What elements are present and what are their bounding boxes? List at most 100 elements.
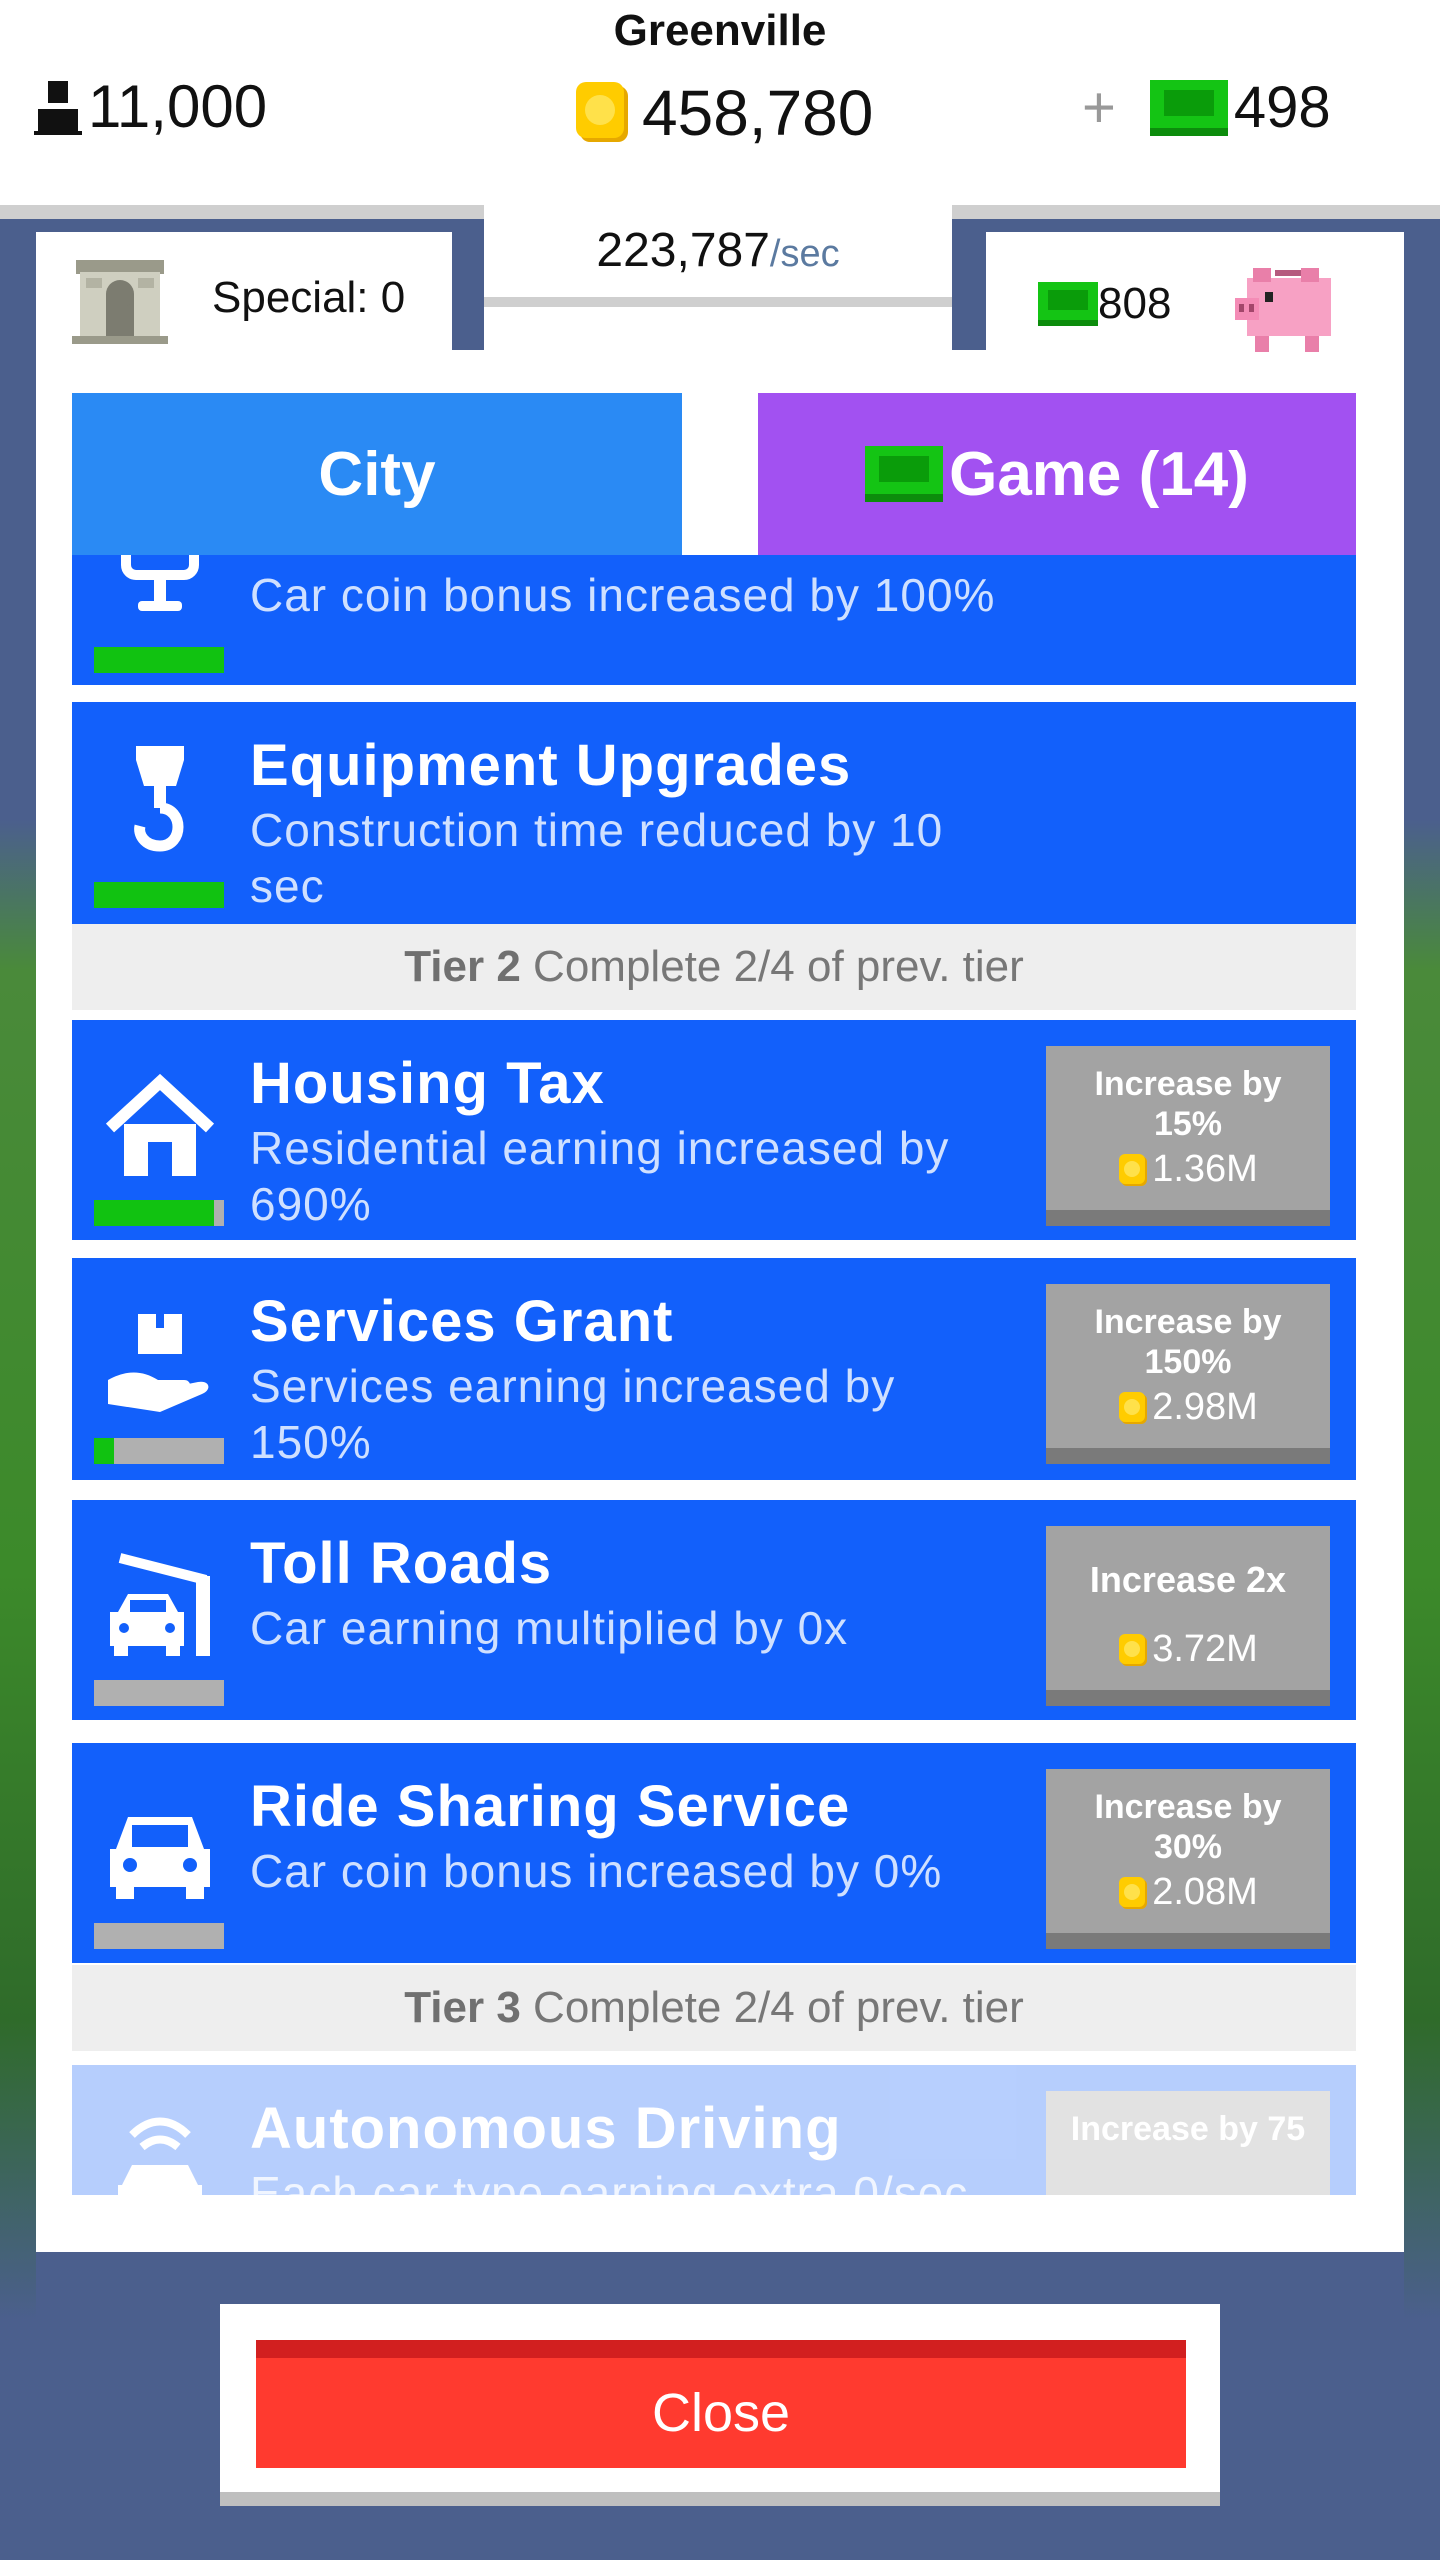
upgrade-card-locked: Autonomous Driving Each car type earning… (72, 2065, 1356, 2195)
upgrade-cost-value: 3.72M (1152, 1628, 1258, 1670)
coin-icon (1119, 1876, 1148, 1909)
rate-unit: /sec (769, 233, 840, 275)
coin-counter: 458,780 (574, 76, 873, 150)
upgrade-button-label: Increase by 150% (1094, 1303, 1282, 1381)
upgrade-progress-fill (94, 647, 224, 673)
background-greenery-right (1404, 820, 1440, 2320)
upgrade-button-cost: 2.98M (1046, 1386, 1330, 1429)
upgrade-buy-button[interactable]: Increase 2x 3.72M (1046, 1526, 1330, 1706)
income-rate: 223,787/sec (484, 205, 952, 307)
coin-icon (1119, 1391, 1148, 1424)
cash-counter[interactable]: + 498 (1082, 74, 1331, 141)
crane-hook-icon (134, 746, 184, 852)
upgrade-description: Car coin bonus increased by 100% (250, 569, 996, 621)
coin-icon (576, 82, 628, 142)
cash-icon (865, 446, 944, 502)
upgrade-cost-value: 1.36M (1152, 1148, 1258, 1190)
background-greenery-left (0, 820, 36, 2320)
person-icon (34, 80, 82, 135)
upgrade-description: Each car type earning extra 0/sec (250, 2165, 1030, 2195)
upgrade-title: Services Grant (250, 1289, 674, 1354)
upgrade-button-cost: 2.08M (1046, 1871, 1330, 1914)
upgrade-title: Toll Roads (250, 1531, 553, 1596)
signpost-icon (121, 555, 199, 611)
upgrade-progress-fill (94, 1200, 214, 1226)
upgrade-title: Autonomous Driving (250, 2096, 842, 2161)
cash-icon (1038, 282, 1098, 326)
tab-city-label: City (318, 439, 436, 509)
upgrade-button-label: Increase by 15% (1094, 1065, 1282, 1143)
upgrade-description: Services earning increased by 150% (250, 1360, 896, 1468)
upgrade-buy-button[interactable]: Increase by 150% 2.98M (1046, 1284, 1330, 1464)
top-bar: Greenville 11,000 458,780 + 498 (0, 0, 1440, 219)
coin-icon (1119, 1633, 1148, 1666)
upgrade-button-cost: 1.36M (1046, 1148, 1330, 1191)
piggy-bank[interactable]: 808 (1038, 248, 1343, 360)
car-icon (110, 1817, 210, 1899)
upgrade-progress-bar (94, 1923, 224, 1949)
piggy-cash-value: 808 (1098, 279, 1172, 328)
tier-header: Tier 2 Complete 2/4 of prev. tier (72, 924, 1356, 1010)
upgrade-progress-bar (94, 647, 224, 673)
upgrade-button-label: Increase by 75 (1070, 2110, 1306, 2148)
upgrade-progress-bar (94, 882, 224, 908)
panel-notch-right (952, 232, 986, 350)
upgrade-progress-bar (94, 1200, 224, 1226)
upgrade-card: Housing Tax Residential earning increase… (72, 1020, 1356, 1240)
upgrade-button-cost: 3.72M (1046, 1628, 1330, 1671)
rate-value: 223,787 (596, 224, 770, 277)
upgrade-cost-value: 2.98M (1152, 1386, 1258, 1428)
tier-requirement: Complete 2/4 of prev. tier (533, 1983, 1024, 2032)
upgrade-description-extra: 0/sec (853, 2167, 969, 2195)
upgrade-card: Car coin bonus increased by 100% (72, 555, 1356, 685)
cash-icon (1149, 79, 1228, 136)
upgrade-buy-button[interactable]: Increase by 15% 1.36M (1046, 1046, 1330, 1226)
tab-city[interactable]: City (72, 393, 682, 555)
upgrades-list[interactable]: Car coin bonus increased by 100% Equipme… (72, 555, 1356, 2195)
upgrade-button-label: Increase 2x (1089, 1559, 1287, 1600)
special-label: Special: 0 (212, 273, 406, 322)
panel-notch-left (452, 232, 484, 350)
upgrade-description-text: Each car type earning extra (250, 2167, 840, 2195)
upgrade-title: Ride Sharing Service (250, 1774, 851, 1839)
close-button-label: Close (651, 2383, 791, 2443)
upgrade-description: Car earning multiplied by 0x (250, 1602, 849, 1654)
upgrade-cost-value: 2.08M (1152, 1871, 1258, 1913)
coin-value: 458,780 (642, 77, 874, 149)
upgrade-card: Ride Sharing Service Car coin bonus incr… (72, 1743, 1356, 1963)
piggy-bank-icon[interactable] (1231, 248, 1343, 360)
city-name: Greenville (613, 6, 827, 55)
upgrade-buy-button[interactable]: Increase by 75 (1046, 2091, 1330, 2195)
upgrade-description: Residential earning increased by 690% (250, 1122, 950, 1230)
special-counter[interactable]: Special: 0 (72, 250, 405, 346)
toll-gate-car-icon (110, 1553, 210, 1656)
hand-package-icon (108, 1314, 209, 1412)
cash-value: 498 (1233, 75, 1331, 140)
close-button[interactable]: Close (256, 2340, 1186, 2468)
add-cash-button[interactable]: + (1082, 74, 1116, 141)
tier-label: Tier 2 (404, 942, 521, 991)
upgrade-title: Equipment Upgrades (250, 733, 852, 798)
upgrade-description: Car coin bonus increased by 0% (250, 1845, 943, 1897)
upgrade-card: Services Grant Services earning increase… (72, 1258, 1356, 1480)
population-counter: 11,000 (34, 72, 267, 141)
upgrade-card: Toll Roads Car earning multiplied by 0x … (72, 1500, 1356, 1720)
wireless-car-icon (118, 2117, 202, 2195)
upgrade-title: Housing Tax (250, 1051, 605, 1116)
population-value: 11,000 (88, 73, 268, 140)
upgrade-button-label: Increase by 30% (1094, 1788, 1282, 1866)
upgrade-progress-fill (94, 882, 224, 908)
upgrade-progress-bar (94, 1680, 224, 1706)
tier-header: Tier 3 Complete 2/4 of prev. tier (72, 1965, 1356, 2051)
tier-requirement: Complete 2/4 of prev. tier (533, 942, 1024, 991)
tab-game-label: Game (14) (949, 439, 1249, 509)
upgrade-card: Equipment Upgrades Construction time red… (72, 702, 1356, 924)
tier-label: Tier 3 (404, 1983, 521, 2032)
triumphal-arch-icon (72, 260, 168, 344)
upgrade-description: Construction time reduced by 10 sec (250, 804, 944, 912)
upgrade-buy-button[interactable]: Increase by 30% 2.08M (1046, 1769, 1330, 1949)
house-icon (105, 1073, 215, 1176)
tab-game[interactable]: Game (14) (758, 393, 1356, 555)
upgrade-progress-bar (94, 1438, 224, 1464)
coin-icon (1119, 1153, 1148, 1186)
